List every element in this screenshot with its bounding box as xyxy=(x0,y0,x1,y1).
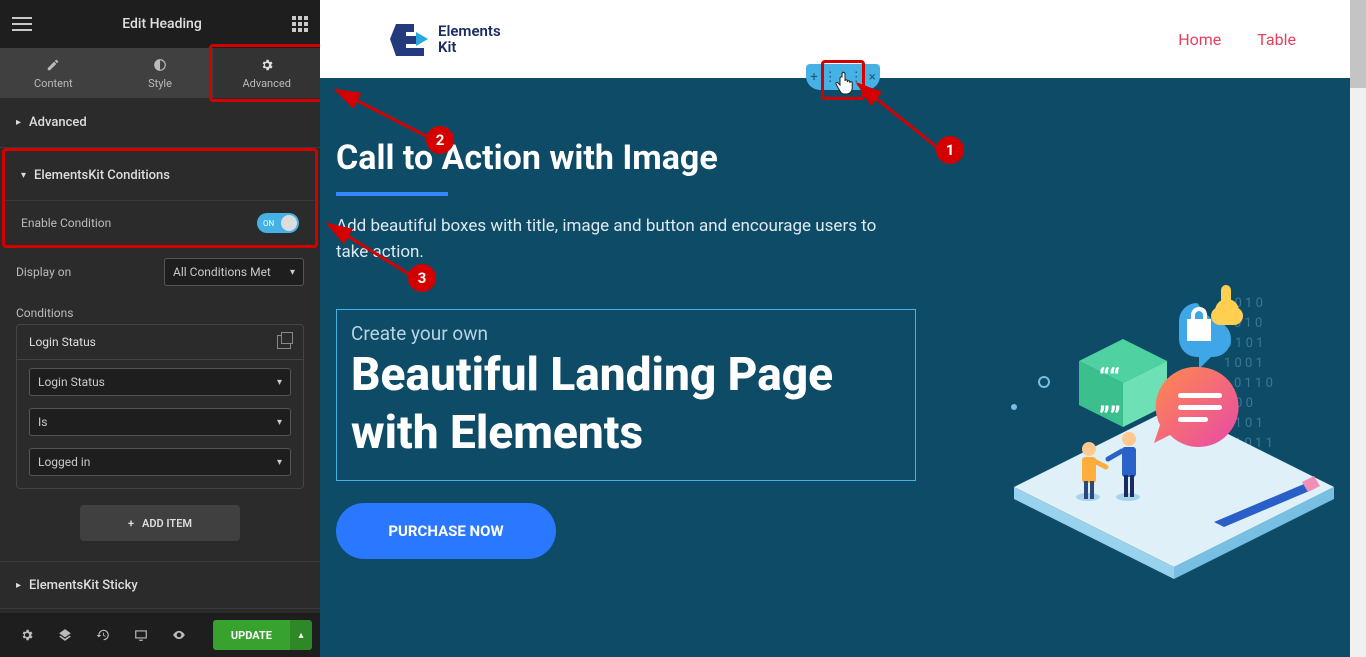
condition-item-header[interactable]: Login Status xyxy=(17,325,303,359)
plus-icon[interactable]: + xyxy=(810,70,817,85)
add-item-button[interactable]: + ADD ITEM xyxy=(80,505,240,541)
annotation-1: 1 xyxy=(936,136,964,164)
selected-widget[interactable]: Create your own Beautiful Landing Pagewi… xyxy=(336,309,916,481)
hamburger-icon[interactable] xyxy=(12,17,32,31)
purchase-button[interactable]: PURCHASE NOW xyxy=(336,503,556,559)
sidebar-title: Edit Heading xyxy=(122,16,202,32)
svg-text:„„: „„ xyxy=(1099,386,1121,416)
widget-small-text: Create your own xyxy=(351,322,901,345)
conditions-label: Conditions xyxy=(16,306,73,320)
chevron-down-icon: ▾ xyxy=(277,417,282,428)
conditions-highlight-box: ▾ ElementsKit Conditions Enable Conditio… xyxy=(2,148,318,248)
tab-advanced[interactable]: Advanced xyxy=(213,48,320,98)
condition-item: Login Status Login Status▾ Is▾ Logged in… xyxy=(16,324,304,489)
site-logo: ElementsKit xyxy=(390,20,501,58)
history-button[interactable] xyxy=(84,613,122,657)
preview-pane: ElementsKit Home Table + ⋮⋮⋮ × Call to A… xyxy=(320,0,1366,657)
condition-field-select[interactable]: Login Status▾ xyxy=(29,368,291,396)
tab-style[interactable]: Style xyxy=(107,48,214,98)
chevron-down-icon: ▾ xyxy=(277,457,282,468)
responsive-button[interactable] xyxy=(122,613,160,657)
annotation-3: 3 xyxy=(408,264,436,292)
hero-heading: Call to Action with Image xyxy=(336,138,1366,178)
hero-illustration: 1 0 1 00 1 00 0 1 0 1 1 0 0 10 1 1 01 1 … xyxy=(974,277,1344,597)
sidebar-footer: UPDATE ▴ xyxy=(0,613,320,657)
gear-icon xyxy=(259,57,275,73)
tabs: Content Style Advanced xyxy=(0,48,320,98)
tab-content[interactable]: Content xyxy=(0,48,107,98)
toggle-knob-icon xyxy=(281,215,297,231)
hero-description: Add beautiful boxes with title, image an… xyxy=(336,214,896,265)
update-options-button[interactable]: ▴ xyxy=(290,620,312,650)
sidebar-scroll[interactable]: ▸ Advanced ▾ ElementsKit Conditions Enab… xyxy=(0,98,320,613)
section-conditions[interactable]: ▾ ElementsKit Conditions xyxy=(5,151,315,201)
settings-button[interactable] xyxy=(8,613,46,657)
hero-section: + ⋮⋮⋮ × Call to Action with Image Add be… xyxy=(320,78,1366,657)
plus-icon: + xyxy=(128,517,134,530)
vertical-scrollbar[interactable] xyxy=(1350,0,1366,657)
copy-icon[interactable] xyxy=(277,335,291,349)
scrollbar-thumb[interactable] xyxy=(1350,0,1366,88)
annotation-2: 2 xyxy=(426,126,454,154)
update-button[interactable]: UPDATE xyxy=(213,620,290,650)
logo-mark-icon xyxy=(390,20,430,58)
chevron-down-icon: ▾ xyxy=(290,267,295,278)
underline-decoration xyxy=(336,192,448,196)
chevron-right-icon: ▸ xyxy=(16,580,21,591)
widget-heading: Beautiful Landing Pagewith Elements xyxy=(351,347,901,462)
preview-button[interactable] xyxy=(160,613,198,657)
chevron-down-icon: ▾ xyxy=(21,170,26,181)
section-sticky[interactable]: ▸ ElementsKit Sticky xyxy=(0,561,320,609)
svg-text:0 1 1 0: 0 1 1 0 xyxy=(1234,376,1273,391)
svg-text:1 0 0 1: 1 0 0 1 xyxy=(1224,356,1263,371)
close-icon[interactable]: × xyxy=(869,70,876,85)
contrast-icon xyxy=(152,57,168,73)
enable-condition-toggle[interactable]: ON xyxy=(257,213,299,233)
cursor-hand-icon xyxy=(835,72,855,96)
nav-table[interactable]: Table xyxy=(1257,30,1296,49)
display-on-label: Display on xyxy=(16,265,71,279)
display-on-select[interactable]: All Conditions Met▾ xyxy=(164,258,304,286)
sidebar-header: Edit Heading xyxy=(0,0,320,48)
condition-value-select[interactable]: Logged in▾ xyxy=(29,448,291,476)
nav-home[interactable]: Home xyxy=(1178,30,1221,49)
condition-operator-select[interactable]: Is▾ xyxy=(29,408,291,436)
enable-condition-label: Enable Condition xyxy=(21,216,111,230)
chevron-right-icon: ▸ xyxy=(16,117,21,128)
editor-sidebar: Edit Heading Content Style Advanced ▸ Ad… xyxy=(0,0,320,657)
layers-button[interactable] xyxy=(46,613,84,657)
pencil-icon xyxy=(45,57,61,73)
section-advanced[interactable]: ▸ Advanced xyxy=(0,98,320,148)
chevron-down-icon: ▾ xyxy=(277,377,282,388)
apps-icon[interactable] xyxy=(292,16,308,32)
